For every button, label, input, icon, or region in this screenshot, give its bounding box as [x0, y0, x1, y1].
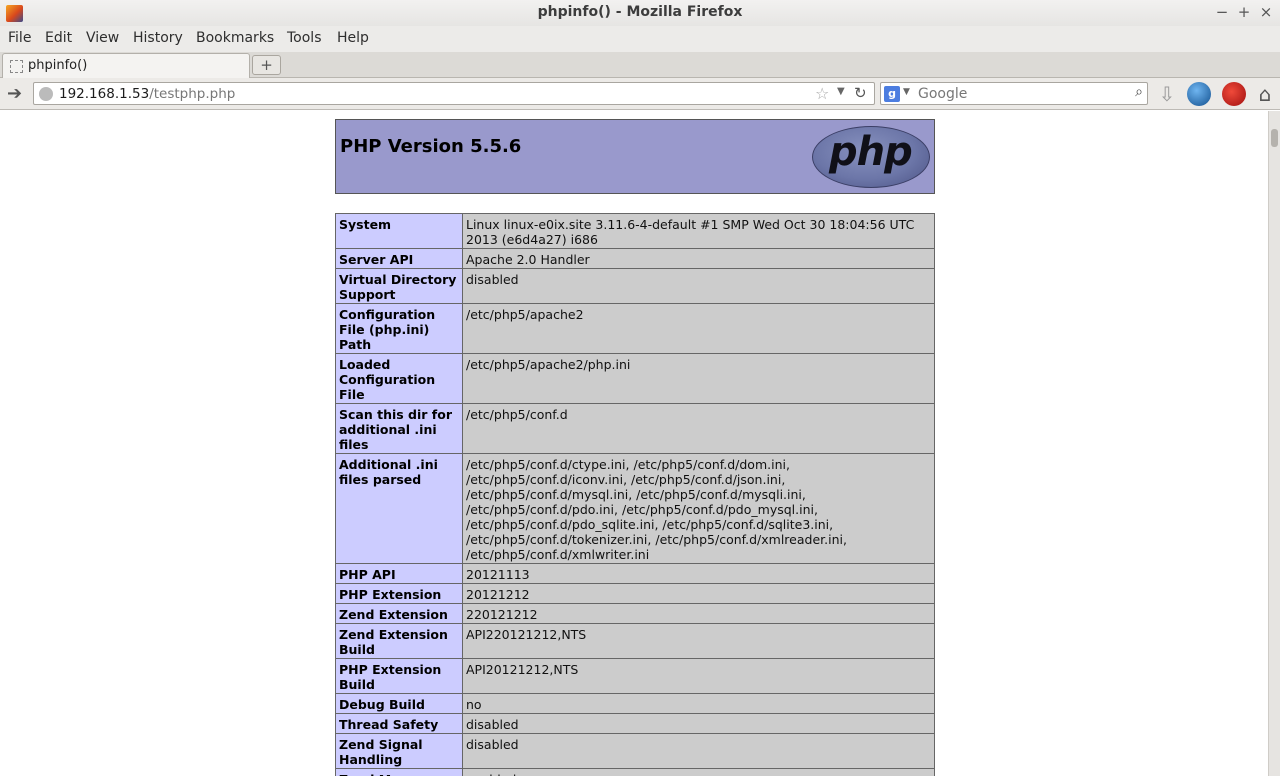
vertical-scrollbar[interactable]: [1268, 111, 1280, 776]
row-label: Server API: [335, 248, 463, 269]
close-button[interactable]: ×: [1258, 3, 1274, 21]
table-row: Zend Signal Handling disabled: [335, 733, 935, 769]
php-info-body: System Linux linux-e0ix.site 3.11.6-4-def…: [335, 213, 935, 776]
window-titlebar: phpinfo() - Mozilla Firefox − + ×: [0, 0, 1280, 26]
table-row: Thread Safety disabled: [335, 713, 935, 734]
table-row: Configuration File (php.ini) Path/etc/ph…: [335, 303, 935, 354]
table-row: Loaded Configuration File/etc/php5/apach…: [335, 353, 935, 404]
table-row: PHP Extension 20121212: [335, 583, 935, 604]
reload-icon[interactable]: ↻: [854, 84, 867, 102]
row-value: Apache 2.0 Handler: [462, 248, 935, 269]
row-value: 20121113: [462, 563, 935, 584]
table-row: Scan this dir for additional .ini files /…: [335, 403, 935, 454]
table-row: Virtual Directory Support disabled: [335, 268, 935, 304]
tab-strip: phpinfo() +: [0, 52, 1280, 78]
row-label: Zend Memory Manager: [335, 768, 463, 776]
menu-bar: File Edit View History Bookmarks Tools H…: [0, 26, 1280, 52]
page-favicon-icon: [10, 60, 23, 73]
menu-file[interactable]: File: [8, 30, 31, 46]
search-box[interactable]: g ▼ Google ⌕: [880, 82, 1148, 105]
window-title: phpinfo() - Mozilla Firefox: [537, 4, 743, 20]
scrollbar-thumb[interactable]: [1271, 129, 1278, 147]
menu-history[interactable]: History: [133, 30, 183, 46]
row-label: Loaded Configuration File: [335, 353, 463, 404]
menu-help[interactable]: Help: [337, 30, 369, 46]
navigation-bar: ➔ 192.168.1.53/testphp.php ☆ ▼ ↻ g ▼ Goo…: [0, 78, 1280, 110]
table-row: System Linux linux-e0ix.site 3.11.6-4-def…: [335, 213, 935, 249]
row-value: no: [462, 693, 935, 714]
back-arrow-icon[interactable]: ➔: [7, 83, 22, 104]
row-value: Linux linux-e0ix.site 3.11.6-4-default #…: [462, 213, 935, 249]
row-value: disabled: [462, 733, 935, 769]
tab-phpinfo[interactable]: phpinfo(): [2, 53, 250, 78]
table-row: Zend Memory Managerenabled: [335, 768, 935, 776]
row-label: System: [335, 213, 463, 249]
new-tab-button[interactable]: +: [252, 55, 281, 75]
url-path: /testphp.php: [149, 86, 236, 102]
row-value: API220121212,NTS: [462, 623, 935, 659]
row-label: PHP Extension: [335, 583, 463, 604]
menu-tools[interactable]: Tools: [287, 30, 322, 46]
menu-view[interactable]: View: [86, 30, 119, 46]
row-label: PHP Extension Build: [335, 658, 463, 694]
php-info-table: System Linux linux-e0ix.site 3.11.6-4-def…: [335, 213, 935, 776]
url-host: 192.168.1.53: [59, 86, 150, 102]
thunderbird-icon[interactable]: [1187, 82, 1211, 106]
menu-bookmarks[interactable]: Bookmarks: [196, 30, 274, 46]
table-row: PHP Extension Build API20121212,NTS: [335, 658, 935, 694]
row-label: Zend Extension: [335, 603, 463, 624]
row-value: 220121212: [462, 603, 935, 624]
table-row: Debug Build no: [335, 693, 935, 714]
table-row: Additional .ini files parsed/etc/php5/co…: [335, 453, 935, 564]
search-input[interactable]: Google: [918, 86, 967, 102]
addon-icon[interactable]: [1222, 82, 1246, 106]
row-label: Debug Build: [335, 693, 463, 714]
maximize-button[interactable]: +: [1236, 3, 1252, 21]
url-text: 192.168.1.53/testphp.php: [59, 86, 235, 102]
url-bar[interactable]: 192.168.1.53/testphp.php ☆ ▼ ↻: [33, 82, 875, 105]
table-row: Server API Apache 2.0 Handler: [335, 248, 935, 269]
row-value: /etc/php5/conf.d/ctype.ini, /etc/php5/co…: [462, 453, 935, 564]
table-row: Zend Extension 220121212: [335, 603, 935, 624]
php-header: PHP Version 5.5.6 php: [335, 119, 935, 194]
row-value: enabled: [462, 768, 935, 776]
row-value: 20121212: [462, 583, 935, 604]
row-label: Scan this dir for additional .ini files: [335, 403, 463, 454]
menu-edit[interactable]: Edit: [45, 30, 72, 46]
page-title: PHP Version 5.5.6: [340, 136, 522, 157]
dropdown-icon[interactable]: ▼: [837, 86, 845, 97]
home-icon[interactable]: ⌂: [1253, 82, 1277, 106]
download-icon[interactable]: ⇩: [1155, 82, 1179, 106]
row-label: PHP API: [335, 563, 463, 584]
row-label: Thread Safety: [335, 713, 463, 734]
row-value: /etc/php5/apache2: [462, 303, 935, 354]
google-icon[interactable]: g: [884, 86, 900, 102]
table-row: Zend Extension Build API220121212,NTS: [335, 623, 935, 659]
row-value: disabled: [462, 268, 935, 304]
globe-icon[interactable]: [39, 87, 53, 101]
search-icon[interactable]: ⌕: [1135, 84, 1143, 100]
php-logo-text: php: [829, 129, 913, 175]
search-engine-dropdown-icon[interactable]: ▼: [903, 87, 910, 97]
php-logo[interactable]: php: [812, 126, 930, 188]
bookmark-star-icon[interactable]: ☆: [815, 84, 829, 103]
row-label: Virtual Directory Support: [335, 268, 463, 304]
row-label: Zend Extension Build: [335, 623, 463, 659]
row-label: Zend Signal Handling: [335, 733, 463, 769]
minimize-button[interactable]: −: [1214, 3, 1230, 21]
table-row: PHP API 20121113: [335, 563, 935, 584]
page-content: PHP Version 5.5.6 php System Linux linux-…: [0, 111, 1268, 776]
row-value: API20121212,NTS: [462, 658, 935, 694]
row-value: disabled: [462, 713, 935, 734]
row-label: Configuration File (php.ini) Path: [335, 303, 463, 354]
row-value: /etc/php5/conf.d: [462, 403, 935, 454]
row-label: Additional .ini files parsed: [335, 453, 463, 564]
tab-label: phpinfo(): [28, 58, 88, 73]
row-value: /etc/php5/apache2/php.ini: [462, 353, 935, 404]
